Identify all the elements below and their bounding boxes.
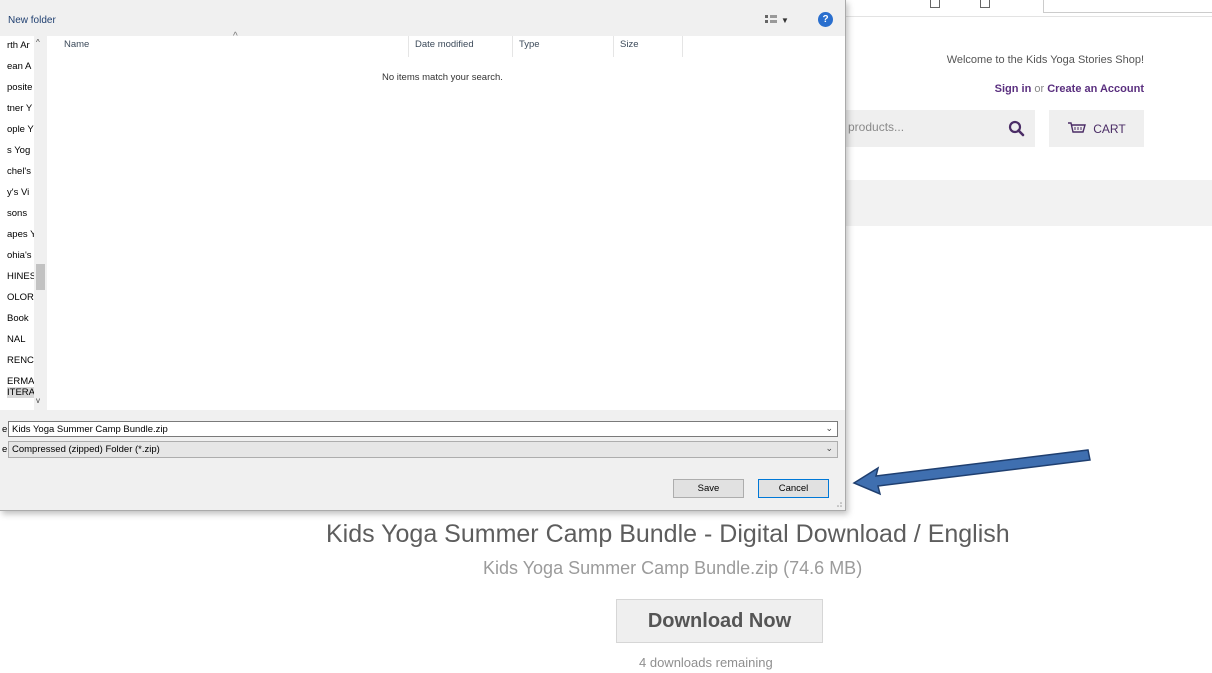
- nav-item[interactable]: y's Vi: [7, 187, 29, 198]
- dialog-toolbar: New folder ▼ ?: [0, 0, 845, 36]
- file-info: Kids Yoga Summer Camp Bundle.zip (74.6 M…: [483, 558, 863, 578]
- arrow-pointing-cancel-icon: [852, 449, 1091, 496]
- file-name-input[interactable]: Kids Yoga Summer Camp Bundle.zip ⌄: [8, 421, 838, 437]
- or-text: or: [1034, 83, 1045, 95]
- nav-item[interactable]: ERMA: [7, 376, 34, 387]
- cart-label: CART: [1093, 121, 1126, 136]
- resize-grip-icon[interactable]: [835, 500, 843, 508]
- empty-message: No items match your search.: [382, 72, 503, 83]
- search-icon[interactable]: [1008, 120, 1025, 137]
- top-search-input[interactable]: [1043, 0, 1212, 13]
- nav-item[interactable]: ohia's: [7, 250, 32, 261]
- nav-item[interactable]: tner Y: [7, 103, 32, 114]
- product-title: Kids Yoga Summer Camp Bundle - Digital D…: [326, 520, 1010, 548]
- nav-item[interactable]: rth Ar: [7, 40, 30, 51]
- column-type[interactable]: Type: [519, 39, 540, 50]
- nav-item[interactable]: chel's: [7, 166, 31, 177]
- sort-caret-icon: ^: [233, 31, 238, 42]
- nav-item[interactable]: s Yog: [7, 145, 30, 156]
- downloads-remaining: 4 downloads remaining: [639, 655, 773, 670]
- welcome-message: Welcome to the Kids Yoga Stories Shop!: [946, 54, 1144, 66]
- create-account-link[interactable]: Create an Account: [1047, 83, 1144, 95]
- column-divider[interactable]: [512, 36, 513, 57]
- chevron-down-icon[interactable]: ⌄: [825, 423, 833, 434]
- cart-button[interactable]: CART: [1049, 110, 1144, 147]
- nav-item[interactable]: HINES: [7, 271, 36, 282]
- account-icon[interactable]: [930, 0, 940, 8]
- nav-item[interactable]: OLOR: [7, 292, 34, 303]
- header-divider: [845, 16, 1212, 17]
- nav-item[interactable]: NAL: [7, 334, 25, 345]
- save-type-value: Compressed (zipped) Folder (*.zip): [12, 444, 160, 455]
- chevron-down-icon: ▼: [781, 15, 789, 25]
- auth-links: Sign in or Create an Account: [995, 83, 1144, 95]
- cart-icon: [1068, 121, 1087, 133]
- view-options-icon[interactable]: ▼: [765, 13, 793, 27]
- save-dialog: New folder ▼ ? rth Ar ean A posite tner …: [0, 0, 846, 511]
- cart-mini-icon[interactable]: [980, 0, 990, 8]
- help-icon[interactable]: ?: [818, 12, 833, 27]
- file-list[interactable]: ^ Name Date modified Type Size No items …: [47, 31, 845, 410]
- nav-item[interactable]: ople Y: [7, 124, 34, 135]
- chevron-down-icon[interactable]: ⌄: [825, 443, 833, 454]
- column-date-modified[interactable]: Date modified: [415, 39, 474, 50]
- nav-item[interactable]: Book: [7, 313, 29, 324]
- new-folder-button[interactable]: New folder: [8, 15, 56, 26]
- nav-item[interactable]: RENC: [7, 355, 34, 366]
- top-icons: [930, 0, 990, 12]
- scroll-up-icon[interactable]: ^: [36, 38, 40, 47]
- scroll-thumb[interactable]: [36, 264, 45, 290]
- save-type-select[interactable]: Compressed (zipped) Folder (*.zip) ⌄: [8, 441, 838, 458]
- nav-item[interactable]: sons: [7, 208, 27, 219]
- column-divider[interactable]: [613, 36, 614, 57]
- nav-bar: [845, 180, 1212, 226]
- column-size[interactable]: Size: [620, 39, 638, 50]
- column-divider[interactable]: [682, 36, 683, 57]
- save-button[interactable]: Save: [673, 479, 744, 498]
- nav-item[interactable]: ean A: [7, 61, 31, 72]
- cancel-button[interactable]: Cancel: [758, 479, 829, 498]
- nav-item[interactable]: apes Y: [7, 229, 36, 240]
- nav-scrollbar[interactable]: ^ v: [34, 36, 47, 410]
- search-placeholder: products...: [848, 120, 905, 134]
- sign-in-link[interactable]: Sign in: [995, 83, 1032, 95]
- file-name-value: Kids Yoga Summer Camp Bundle.zip: [12, 424, 168, 435]
- nav-item[interactable]: posite: [7, 82, 32, 93]
- scroll-down-icon[interactable]: v: [36, 396, 40, 405]
- download-now-button[interactable]: Download Now: [616, 599, 823, 643]
- column-divider[interactable]: [408, 36, 409, 57]
- column-name[interactable]: Name: [64, 39, 89, 50]
